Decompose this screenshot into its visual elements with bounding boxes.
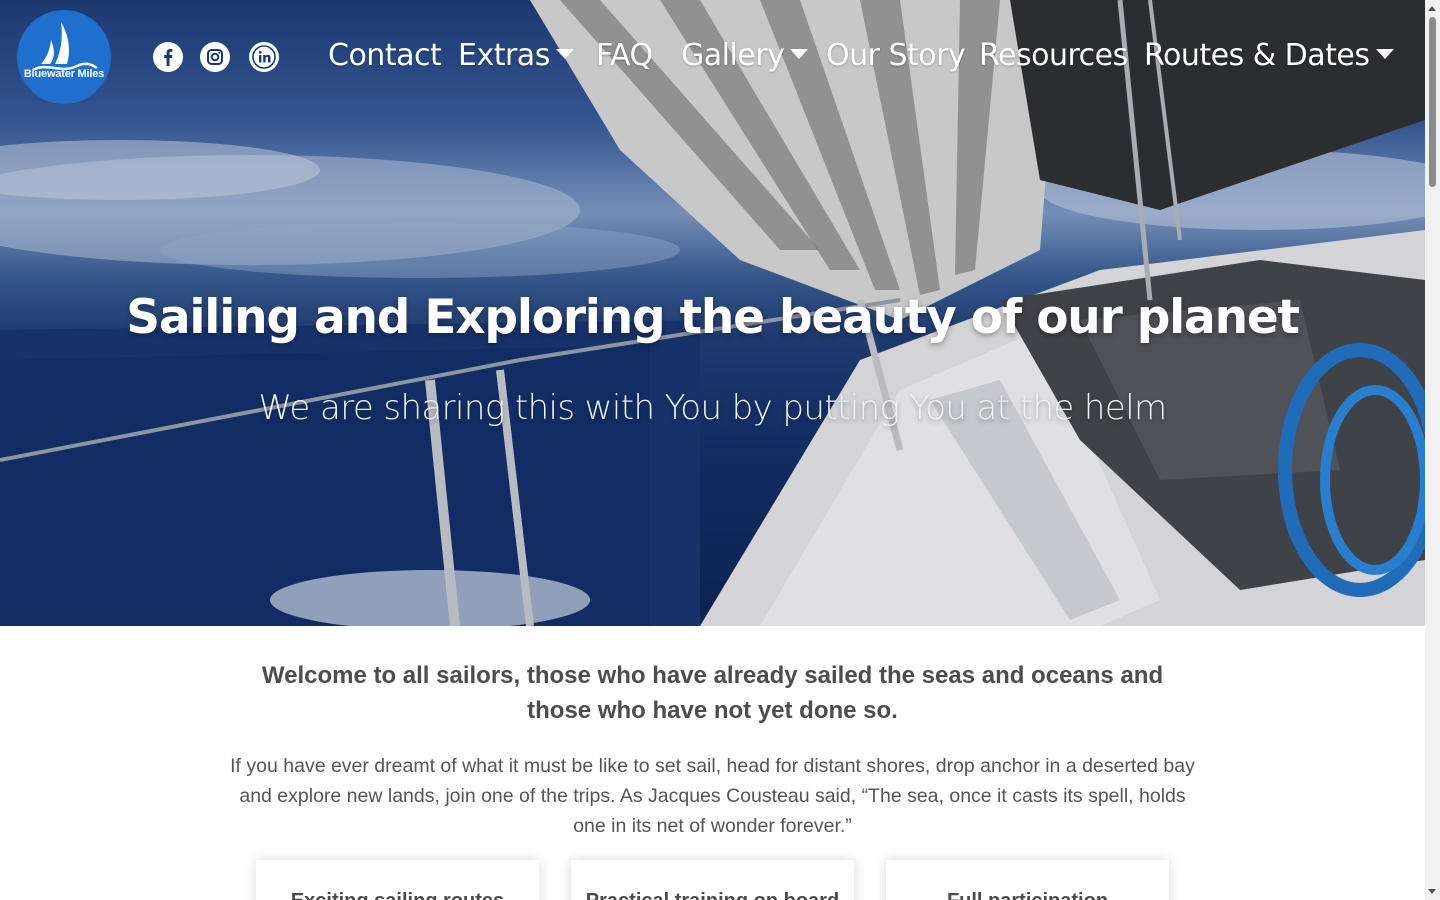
nav-faq[interactable]: FAQ bbox=[596, 36, 653, 76]
chevron-down-icon bbox=[555, 48, 574, 59]
scroll-up-icon[interactable] bbox=[1428, 6, 1436, 11]
feature-card[interactable]: Full participation bbox=[886, 860, 1169, 900]
feature-card-title: Full participation bbox=[886, 890, 1169, 900]
instagram-link[interactable] bbox=[200, 42, 230, 72]
linkedin-icon bbox=[252, 45, 276, 69]
scrollbar-thumb[interactable] bbox=[1429, 17, 1436, 187]
nav-our-story-label: Our Story bbox=[826, 38, 966, 73]
nav-resources[interactable]: Resources bbox=[979, 36, 1128, 76]
chevron-down-icon bbox=[790, 48, 809, 59]
chevron-down-icon bbox=[1375, 48, 1394, 59]
nav-faq-label: FAQ bbox=[596, 38, 653, 73]
intro-heading: Welcome to all sailors, those who have a… bbox=[261, 662, 1164, 724]
intro-text: If you have ever dreamt of what it must … bbox=[230, 755, 1195, 837]
nav-gallery-label: Gallery bbox=[681, 38, 785, 73]
facebook-icon bbox=[164, 49, 173, 66]
hero-section: Bluewater Miles Contact Extras FAQ Galle… bbox=[0, 0, 1425, 626]
feature-card-title: Practical training on board bbox=[571, 890, 854, 900]
top-navbar: Bluewater Miles Contact Extras FAQ Galle… bbox=[0, 0, 1425, 112]
hero-subtitle: We are sharing this with You by putting … bbox=[258, 388, 1167, 428]
facebook-link[interactable] bbox=[153, 42, 183, 72]
nav-routes-dates[interactable]: Routes & Dates bbox=[1144, 36, 1394, 76]
hero-title: Sailing and Exploring the beauty of our … bbox=[126, 290, 1300, 345]
nav-our-story[interactable]: Our Story bbox=[826, 36, 966, 76]
feature-card-title: Exciting sailing routes bbox=[256, 890, 539, 900]
scroll-down-icon[interactable] bbox=[1428, 889, 1436, 894]
nav-extras[interactable]: Extras bbox=[458, 36, 574, 76]
linkedin-link[interactable] bbox=[249, 42, 279, 72]
nav-contact[interactable]: Contact bbox=[328, 36, 442, 76]
nav-contact-label: Contact bbox=[328, 38, 442, 73]
vertical-scrollbar[interactable] bbox=[1425, 0, 1440, 900]
nav-resources-label: Resources bbox=[979, 38, 1128, 73]
instagram-icon bbox=[207, 49, 223, 65]
feature-card[interactable]: Exciting sailing routes bbox=[256, 860, 539, 900]
feature-card[interactable]: Practical training on board bbox=[571, 860, 854, 900]
nav-routes-dates-label: Routes & Dates bbox=[1144, 38, 1370, 73]
nav-extras-label: Extras bbox=[458, 38, 550, 73]
brand-logo[interactable]: Bluewater Miles bbox=[17, 10, 111, 104]
brand-name: Bluewater Miles bbox=[23, 68, 105, 80]
nav-gallery[interactable]: Gallery bbox=[681, 36, 809, 76]
sailboat-logo-icon bbox=[32, 22, 98, 72]
